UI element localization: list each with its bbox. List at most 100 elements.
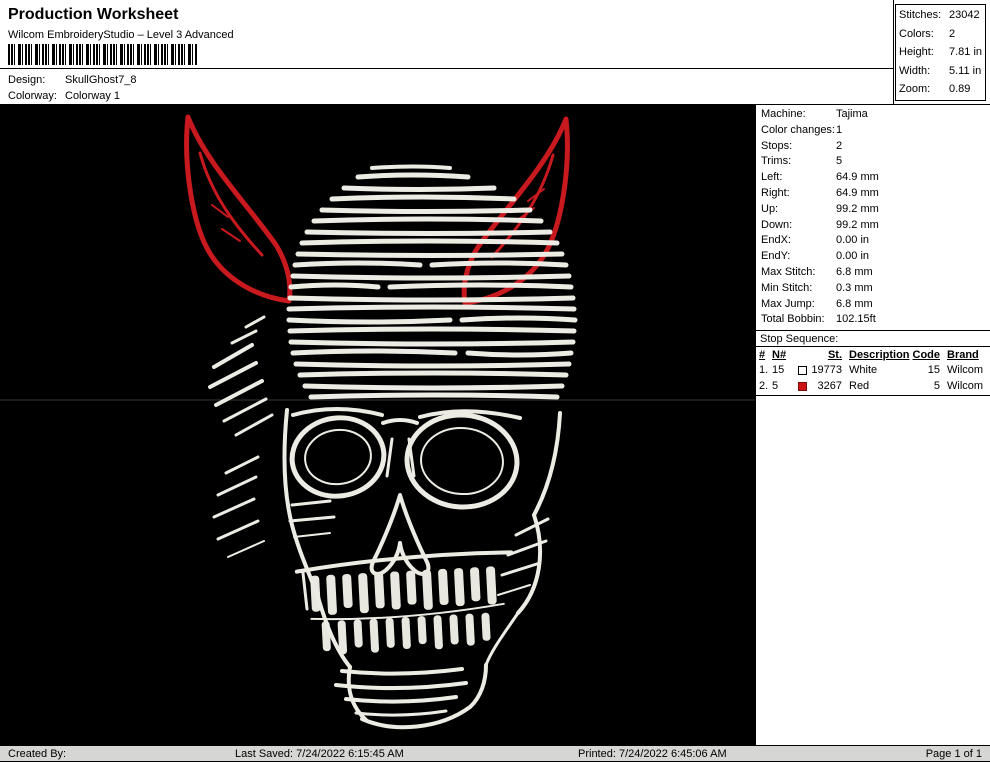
info-label: Min Stitch:: [756, 281, 836, 297]
column-header-n: N#: [772, 347, 798, 363]
info-label: EndX:: [756, 233, 836, 249]
info-label: Machine:: [756, 107, 836, 123]
info-value: 6.8 mm: [836, 298, 873, 310]
colorway-row: Colorway:Colorway 1: [8, 88, 893, 104]
skull-dome-stitches: [289, 167, 575, 398]
row-st: 19773: [798, 363, 842, 379]
info-label: Max Jump:: [756, 297, 836, 313]
column-header-st: St.: [798, 347, 842, 363]
row-description: Red: [842, 379, 904, 395]
right-eye-socket: [404, 411, 520, 510]
header: Production Worksheet Wilcom EmbroiderySt…: [0, 0, 990, 105]
row-st: 3267: [798, 379, 842, 395]
info-label: Max Stitch:: [756, 265, 836, 281]
stats-box: Stitches:23042 Colors:2 Height:7.81 in W…: [895, 4, 986, 101]
row-description: White: [842, 363, 904, 379]
stat-row: Height:7.81 in: [899, 43, 985, 62]
column-header-brand: Brand: [940, 347, 990, 363]
column-header-num: #: [756, 347, 772, 363]
row-code: 15: [904, 363, 940, 379]
info-label: Total Bobbin:: [756, 312, 836, 328]
machine-info-row: Total Bobbin:102.15ft: [756, 312, 990, 328]
created-by: Created By:: [8, 747, 66, 761]
machine-info-row: Down:99.2 mm: [756, 218, 990, 234]
stitch-count: 3267: [807, 379, 842, 395]
stat-value: 2: [949, 28, 955, 40]
stat-label: Height:: [899, 43, 949, 62]
row-n: 5: [772, 379, 798, 395]
left-horn: [187, 117, 290, 301]
info-value: Tajima: [836, 108, 868, 120]
info-label: Down:: [756, 218, 836, 234]
info-label: EndY:: [756, 249, 836, 265]
machine-info-panel: Machine:Tajima Color changes:1 Stops:2 T…: [755, 105, 990, 745]
info-label: Left:: [756, 170, 836, 186]
stat-label: Stitches:: [899, 6, 949, 25]
info-label: Color changes:: [756, 123, 836, 139]
printed: Printed: 7/24/2022 6:45:06 AM: [578, 747, 727, 761]
app-subtitle: Wilcom EmbroideryStudio – Level 3 Advanc…: [8, 29, 234, 41]
info-value: 0.3 mm: [836, 282, 873, 294]
design-row: Design:SkullGhost7_8: [8, 72, 893, 88]
colorway-value: Colorway 1: [65, 90, 120, 102]
row-brand: Wilcom: [940, 379, 990, 395]
row-brand: Wilcom: [940, 363, 990, 379]
info-label: Stops:: [756, 139, 836, 155]
info-value: 0.00 in: [836, 234, 869, 246]
info-value: 99.2 mm: [836, 203, 879, 215]
machine-info-row: Left:64.9 mm: [756, 170, 990, 186]
stat-label: Zoom:: [899, 80, 949, 99]
machine-info-row: EndX:0.00 in: [756, 233, 990, 249]
machine-info-list: Machine:Tajima Color changes:1 Stops:2 T…: [756, 105, 990, 328]
machine-info-row: Trims:5: [756, 154, 990, 170]
skull-design: [0, 105, 755, 745]
design-info: Design:SkullGhost7_8 Colorway:Colorway 1: [0, 68, 893, 104]
machine-info-row: EndY:0.00 in: [756, 249, 990, 265]
design-value: SkullGhost7_8: [65, 74, 137, 86]
info-value: 5: [836, 155, 842, 167]
info-label: Trims:: [756, 154, 836, 170]
stat-row: Colors:2: [899, 25, 985, 44]
footer: Created By: Last Saved: 7/24/2022 6:15:4…: [0, 745, 990, 762]
stat-value: 0.89: [949, 83, 970, 95]
color-swatch: [798, 366, 807, 375]
machine-info-row: Machine:Tajima: [756, 107, 990, 123]
design-canvas: [0, 105, 755, 745]
row-num: 2.: [756, 379, 772, 395]
stat-label: Width:: [899, 62, 949, 81]
column-header-code: Code: [904, 347, 940, 363]
machine-info-row: Right:64.9 mm: [756, 186, 990, 202]
left-eye-socket: [287, 412, 389, 502]
stat-row: Stitches:23042: [899, 6, 985, 25]
info-value: 0.00 in: [836, 250, 869, 262]
colorway-label: Colorway:: [8, 88, 65, 104]
stitch-count: 19773: [807, 363, 842, 379]
row-num: 1.: [756, 363, 772, 379]
stop-sequence-row: 1. 15 19773 White 15 Wilcom: [756, 363, 990, 379]
machine-info-row: Max Jump:6.8 mm: [756, 297, 990, 313]
production-worksheet-page: Production Worksheet Wilcom EmbroiderySt…: [0, 0, 990, 762]
teeth: [296, 551, 516, 656]
stat-value: 7.81 in: [949, 46, 982, 58]
info-value: 99.2 mm: [836, 219, 879, 231]
stat-label: Colors:: [899, 25, 949, 44]
color-swatch: [798, 382, 807, 391]
info-value: 102.15ft: [836, 313, 876, 325]
last-saved: Last Saved: 7/24/2022 6:15:45 AM: [235, 747, 404, 761]
stat-value: 5.11 in: [949, 65, 981, 77]
info-value: 2: [836, 140, 842, 152]
info-label: Right:: [756, 186, 836, 202]
stop-sequence-header: # N# St. Description Code Brand: [756, 347, 990, 363]
design-label: Design:: [8, 72, 65, 88]
row-n: 15: [772, 363, 798, 379]
stat-value: 23042: [949, 9, 980, 21]
info-value: 64.9 mm: [836, 171, 879, 183]
stop-sequence-table: # N# St. Description Code Brand 1. 15 19…: [756, 347, 990, 396]
stat-row: Width:5.11 in: [899, 62, 985, 81]
machine-info-row: Min Stitch:0.3 mm: [756, 281, 990, 297]
machine-info-row: Color changes:1: [756, 123, 990, 139]
stop-sequence-title: Stop Sequence:: [756, 330, 990, 347]
machine-info-row: Stops:2: [756, 139, 990, 155]
stat-row: Zoom:0.89: [899, 80, 985, 99]
info-value: 64.9 mm: [836, 187, 879, 199]
